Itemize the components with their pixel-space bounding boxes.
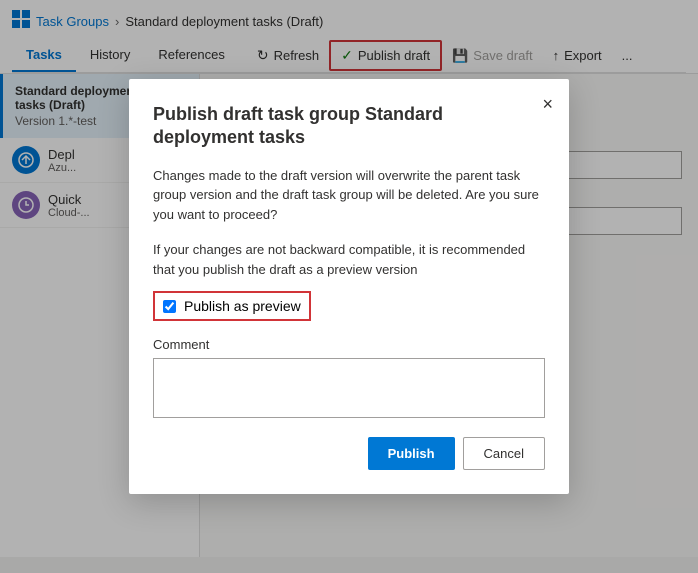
- cancel-button[interactable]: Cancel: [463, 437, 545, 470]
- modal-overlay: × Publish draft task group Standard depl…: [0, 0, 698, 573]
- publish-button[interactable]: Publish: [368, 437, 455, 470]
- comment-textarea[interactable]: [153, 358, 545, 418]
- modal-body-text2: If your changes are not backward compati…: [153, 240, 545, 279]
- publish-preview-checkbox[interactable]: [163, 300, 176, 313]
- publish-preview-label[interactable]: Publish as preview: [184, 298, 301, 314]
- modal-close-button[interactable]: ×: [542, 95, 553, 113]
- publish-modal: × Publish draft task group Standard depl…: [129, 79, 569, 494]
- modal-footer: Publish Cancel: [153, 437, 545, 470]
- comment-label: Comment: [153, 337, 545, 352]
- modal-title: Publish draft task group Standard deploy…: [153, 103, 545, 150]
- checkbox-wrapper: Publish as preview: [153, 291, 545, 321]
- modal-body-text1: Changes made to the draft version will o…: [153, 166, 545, 225]
